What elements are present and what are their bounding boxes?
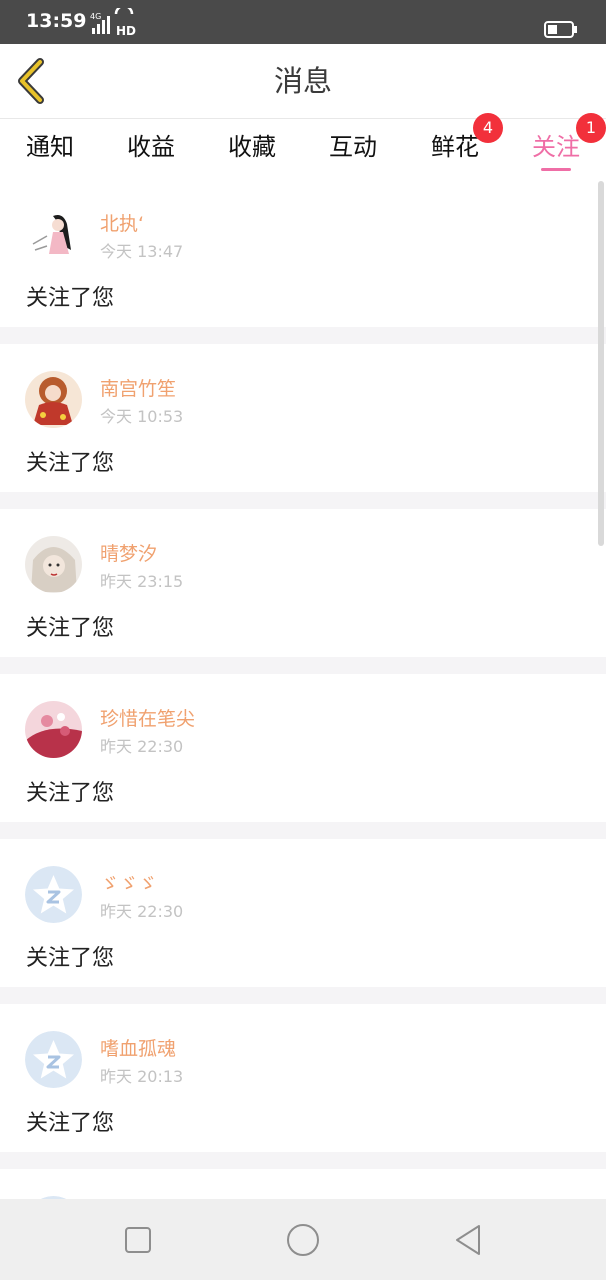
message-text: 关注了您	[26, 781, 115, 806]
message-text: 关注了您	[26, 946, 115, 971]
timestamp: 今天 13:47	[100, 242, 184, 261]
timestamp: 昨天 22:30	[100, 737, 184, 756]
tab-label: 收藏	[228, 133, 276, 161]
timestamp: 昨天 22:30	[100, 902, 184, 921]
list-item[interactable]	[0, 1169, 606, 1199]
square-recent-icon[interactable]	[118, 1221, 158, 1259]
timestamp: 今天 10:53	[100, 407, 184, 426]
battery-icon	[544, 21, 577, 38]
tab-bar: 通知 收益 收藏 互动 鲜花 4 关注 1	[0, 113, 606, 179]
message-text: 关注了您	[26, 1111, 115, 1136]
avatar[interactable]	[25, 371, 82, 428]
tab-interaction[interactable]: 互动	[303, 119, 403, 179]
tab-label: 关注	[532, 133, 580, 161]
list-item[interactable]: ゞゞゞ 昨天 22:30 关注了您	[0, 839, 606, 987]
user-name[interactable]: 北执‘	[100, 209, 144, 236]
tab-follow[interactable]: 关注 1	[506, 113, 606, 179]
list-item[interactable]: 嗜血孤魂 昨天 20:13 关注了您	[0, 1004, 606, 1152]
scrollbar[interactable]	[598, 181, 604, 546]
network-type: 4G	[90, 12, 101, 21]
tab-label: 互动	[329, 133, 377, 161]
avatar[interactable]	[25, 206, 82, 263]
tab-notice[interactable]: 通知	[0, 119, 100, 179]
triangle-back-icon[interactable]	[448, 1221, 488, 1259]
user-name[interactable]: ゞゞゞ	[100, 869, 157, 896]
list-item[interactable]: 北执‘ 今天 13:47 关注了您	[0, 179, 606, 327]
avatar[interactable]	[25, 701, 82, 758]
timestamp: 昨天 23:15	[100, 572, 184, 591]
message-text: 关注了您	[26, 616, 115, 641]
user-name[interactable]: 嗜血孤魂	[100, 1034, 176, 1061]
hd-label: HD	[116, 24, 136, 38]
header: 消息	[0, 44, 606, 119]
user-name[interactable]: 南宫竹笙	[100, 374, 176, 401]
list-item[interactable]: 晴梦汐 昨天 23:15 关注了您	[0, 509, 606, 657]
tab-flowers[interactable]: 鲜花 4	[405, 113, 505, 179]
message-list[interactable]: 北执‘ 今天 13:47 关注了您 南宫竹笙 今天 10:53 关注了您 晴梦汐…	[0, 179, 606, 1199]
follow-count-badge: 1	[576, 113, 606, 143]
flowers-count-badge: 4	[473, 113, 503, 143]
tab-label: 通知	[26, 133, 74, 161]
page-title: 消息	[273, 64, 332, 98]
list-item[interactable]: 南宫竹笙 今天 10:53 关注了您	[0, 344, 606, 492]
status-time: 13:59	[26, 10, 87, 32]
avatar[interactable]	[25, 536, 82, 593]
tab-label: 鲜花	[431, 133, 479, 161]
list-item[interactable]: 珍惜在笔尖 昨天 22:30 关注了您	[0, 674, 606, 822]
timestamp: 昨天 20:13	[100, 1067, 184, 1086]
tab-income[interactable]: 收益	[101, 119, 201, 179]
tab-label: 收益	[127, 133, 175, 161]
system-nav-bar	[0, 1199, 606, 1280]
circle-home-icon[interactable]	[283, 1221, 323, 1259]
active-tab-indicator	[541, 168, 571, 171]
status-bar: 13:59 4G HD	[0, 0, 606, 44]
user-name[interactable]: 珍惜在笔尖	[100, 704, 195, 731]
default-avatar-icon[interactable]	[25, 866, 82, 923]
tab-favorites[interactable]: 收藏	[202, 119, 302, 179]
message-text: 关注了您	[26, 451, 115, 476]
signal-icon: 4G HD	[90, 8, 136, 38]
message-text: 关注了您	[26, 286, 115, 311]
user-name[interactable]: 晴梦汐	[100, 539, 157, 566]
default-avatar-icon[interactable]	[25, 1031, 82, 1088]
